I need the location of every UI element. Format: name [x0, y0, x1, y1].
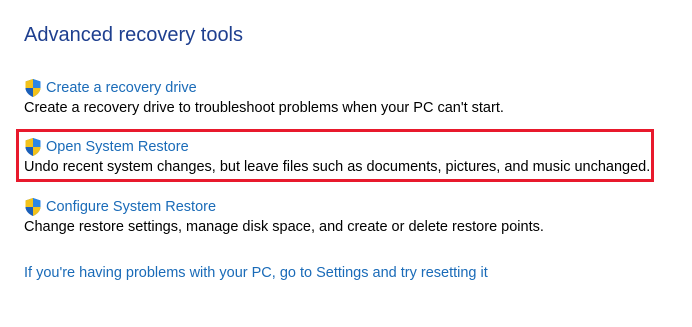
- settings-reset-link[interactable]: If you're having problems with your PC, …: [24, 263, 488, 283]
- tool-open-system-restore: Open System Restore Undo recent system c…: [24, 137, 650, 177]
- tool-create-recovery-drive: Create a recovery drive Create a recover…: [24, 78, 504, 118]
- tool-link-row[interactable]: Configure System Restore: [24, 197, 544, 217]
- tool-link-row[interactable]: Open System Restore: [24, 137, 650, 157]
- create-recovery-drive-link[interactable]: Create a recovery drive: [46, 78, 197, 98]
- create-recovery-drive-description: Create a recovery drive to troubleshoot …: [24, 100, 504, 116]
- open-system-restore-description: Undo recent system changes, but leave fi…: [24, 159, 651, 175]
- configure-system-restore-link[interactable]: Configure System Restore: [46, 197, 216, 217]
- uac-shield-icon: [24, 78, 42, 98]
- tool-link-row[interactable]: Create a recovery drive: [24, 78, 504, 98]
- configure-system-restore-description: Change restore settings, manage disk spa…: [24, 219, 544, 235]
- page-title: Advanced recovery tools: [24, 24, 244, 46]
- tool-configure-system-restore: Configure System Restore Change restore …: [24, 197, 544, 237]
- uac-shield-icon: [24, 137, 42, 157]
- open-system-restore-link[interactable]: Open System Restore: [46, 137, 189, 157]
- uac-shield-icon: [24, 197, 42, 217]
